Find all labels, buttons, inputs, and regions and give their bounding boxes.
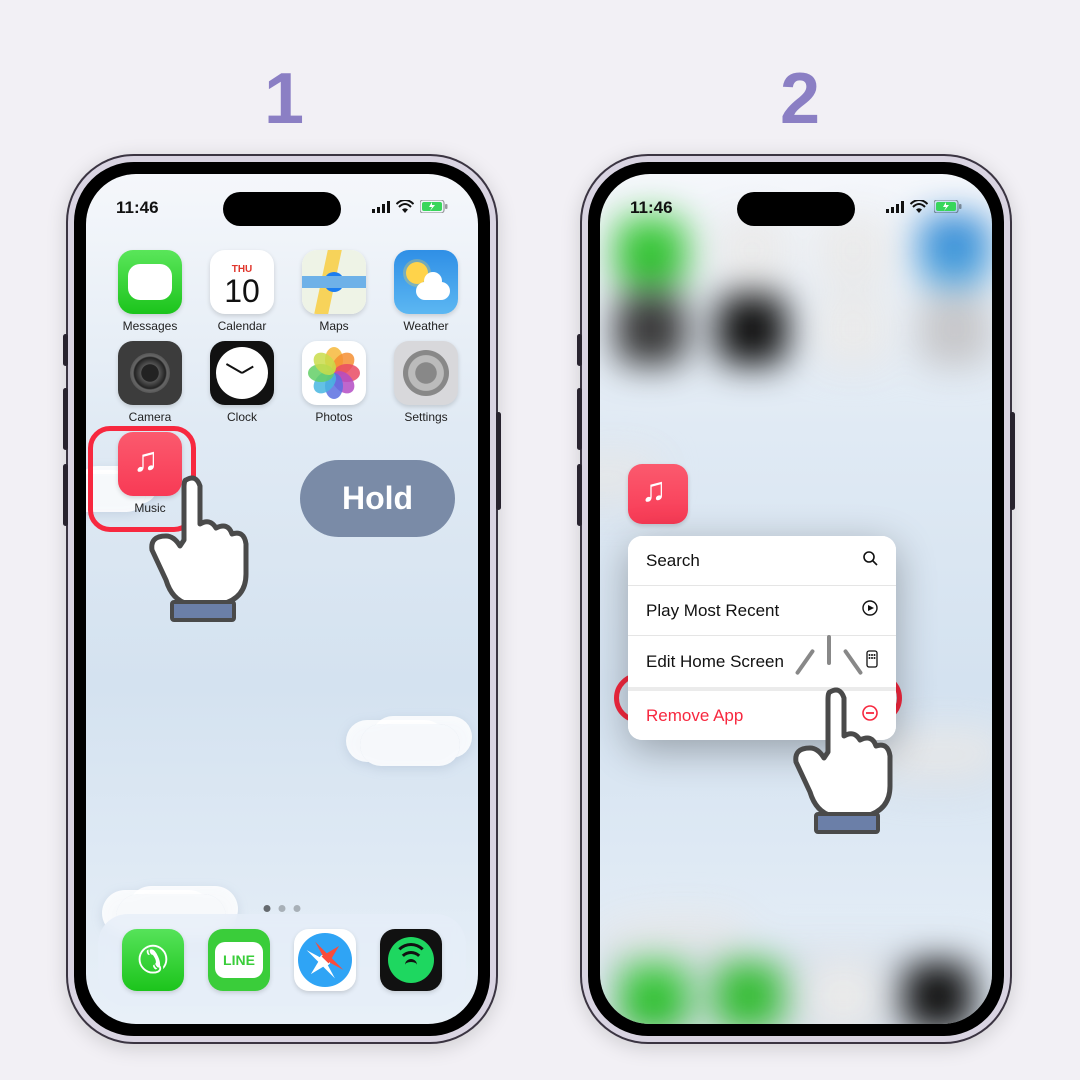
context-app-music[interactable] xyxy=(628,464,688,524)
phone-step-1-frame: 11:46 Messages THU 10 xyxy=(66,154,498,1044)
tap-pointer-icon xyxy=(138,468,278,628)
wifi-icon xyxy=(396,198,414,218)
app-messages[interactable]: Messages xyxy=(104,250,196,333)
app-calendar[interactable]: THU 10 Calendar xyxy=(196,250,288,333)
homescreen-icon xyxy=(866,650,878,673)
weather-icon xyxy=(394,250,458,314)
phone-step-2-frame: 11:46 Search Play Most Recent xyxy=(580,154,1012,1044)
status-bar: 11:46 xyxy=(86,198,478,218)
play-icon xyxy=(862,600,878,621)
status-bar: 11:46 xyxy=(600,198,992,218)
dock-line[interactable]: LINE xyxy=(208,929,270,991)
clock-icon xyxy=(210,341,274,405)
hold-annotation: Hold xyxy=(300,460,455,537)
status-time: 11:46 xyxy=(630,198,673,218)
app-settings[interactable]: Settings xyxy=(380,341,472,424)
dock-phone[interactable]: ✆ xyxy=(122,929,184,991)
app-label: Clock xyxy=(227,410,257,424)
app-label: Messages xyxy=(123,319,178,333)
line-icon: LINE xyxy=(215,942,263,978)
app-camera[interactable]: Camera xyxy=(104,341,196,424)
app-label: Photos xyxy=(315,410,352,424)
camera-icon xyxy=(118,341,182,405)
battery-icon xyxy=(934,198,962,218)
step-number-2: 2 xyxy=(780,58,820,140)
context-menu-label: Remove App xyxy=(646,706,743,726)
wallpaper-cloud xyxy=(360,724,460,766)
context-menu-label: Edit Home Screen xyxy=(646,652,784,672)
context-menu-label: Play Most Recent xyxy=(646,601,779,621)
page-indicator[interactable] xyxy=(264,905,301,912)
app-label: Camera xyxy=(129,410,172,424)
app-label: Maps xyxy=(319,319,348,333)
app-label: Weather xyxy=(403,319,448,333)
calendar-day: 10 xyxy=(224,275,260,307)
dock-safari[interactable] xyxy=(294,929,356,991)
app-photos[interactable]: Photos xyxy=(288,341,380,424)
phone-2-screen: 11:46 Search Play Most Recent xyxy=(600,174,992,1024)
search-icon xyxy=(862,550,878,571)
context-menu-label: Search xyxy=(646,551,700,571)
photos-icon xyxy=(302,341,366,405)
app-maps[interactable]: Maps xyxy=(288,250,380,333)
app-label: Settings xyxy=(404,410,447,424)
maps-icon xyxy=(302,250,366,314)
cellular-icon xyxy=(372,198,390,218)
battery-icon xyxy=(420,198,448,218)
context-menu-play-recent[interactable]: Play Most Recent xyxy=(628,586,896,636)
settings-icon xyxy=(394,341,458,405)
step-number-1: 1 xyxy=(264,58,304,140)
wifi-icon xyxy=(910,198,928,218)
app-weather[interactable]: Weather xyxy=(380,250,472,333)
calendar-icon: THU 10 xyxy=(210,250,274,314)
messages-icon xyxy=(118,250,182,314)
app-clock[interactable]: Clock xyxy=(196,341,288,424)
dock: ✆ LINE xyxy=(98,914,466,1006)
tap-pointer-icon xyxy=(782,680,922,850)
dock-spotify[interactable] xyxy=(380,929,442,991)
context-menu-search[interactable]: Search xyxy=(628,536,896,586)
cellular-icon xyxy=(886,198,904,218)
status-time: 11:46 xyxy=(116,198,159,218)
app-label: Calendar xyxy=(218,319,267,333)
